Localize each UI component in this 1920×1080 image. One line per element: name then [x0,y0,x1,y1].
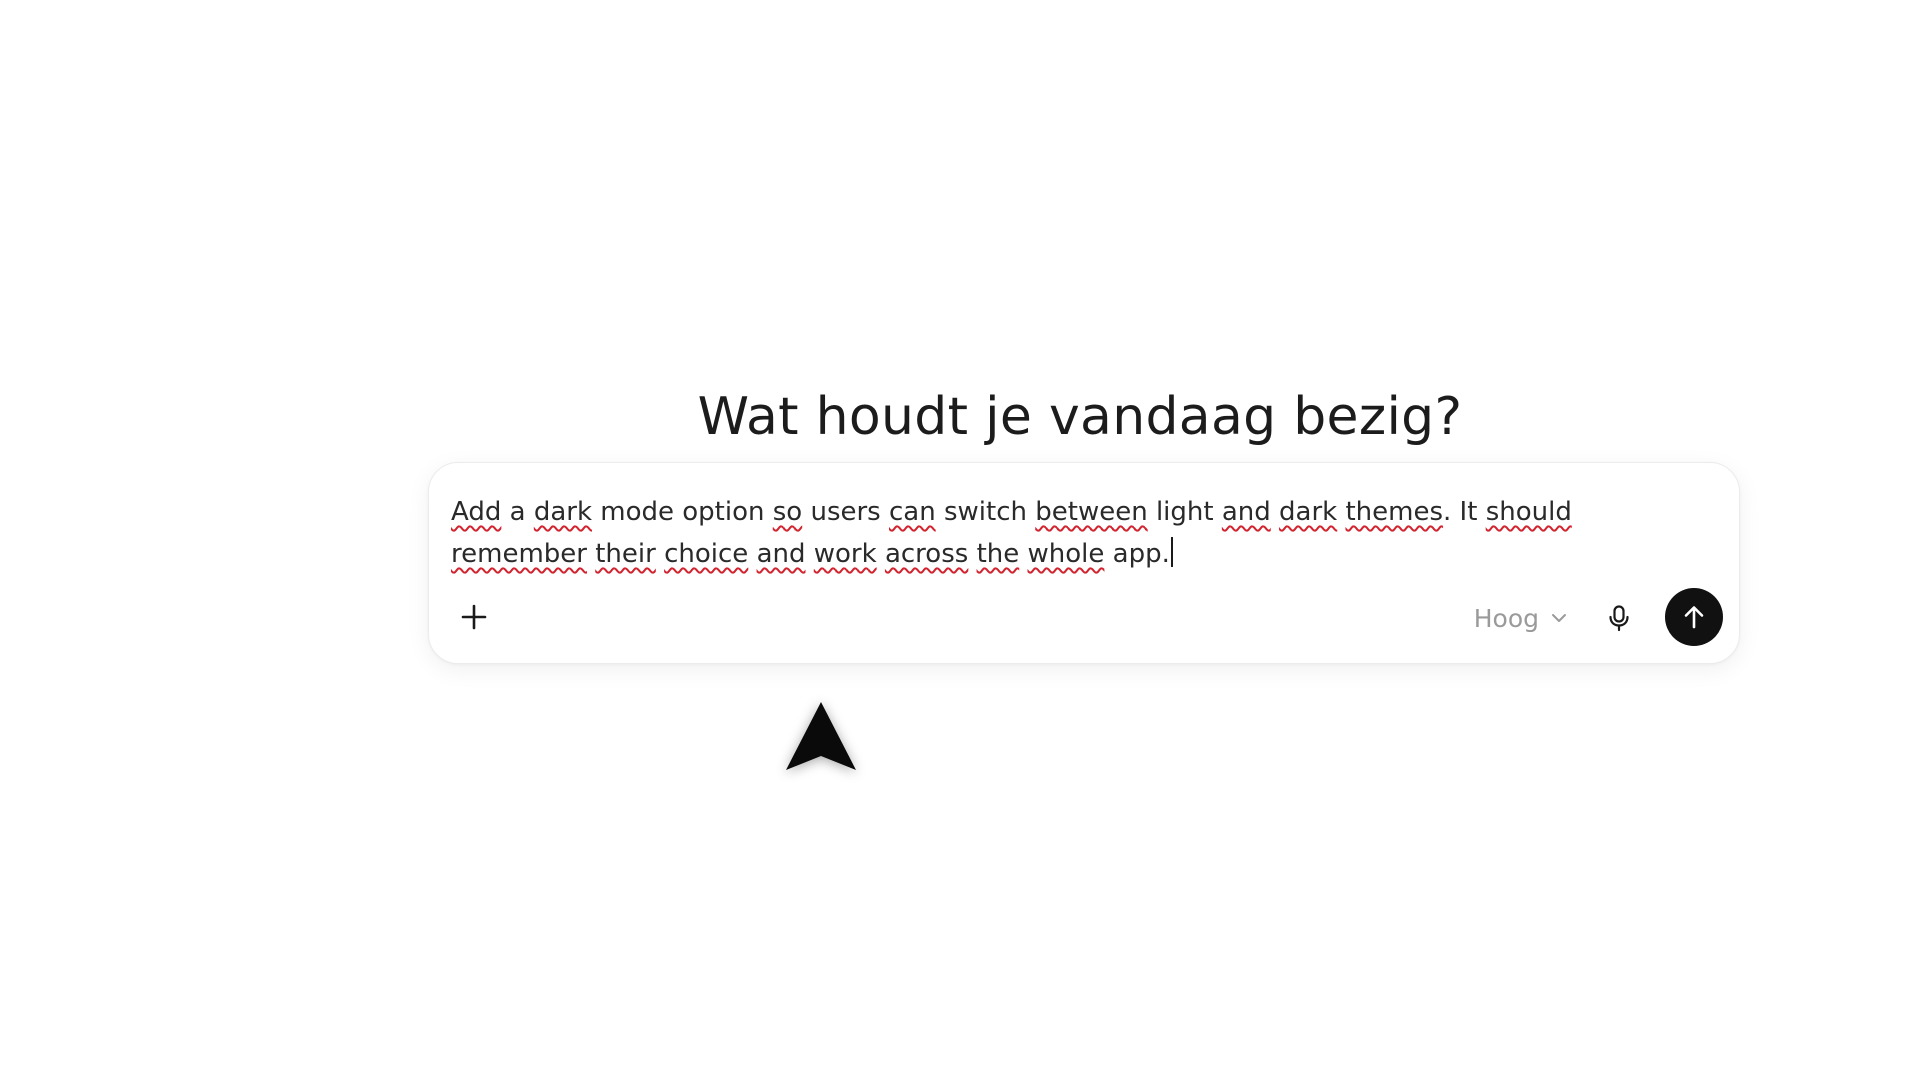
misspelled-word: and [756,539,806,569]
misspelled-word: the [976,539,1020,569]
microphone-icon [1609,605,1629,632]
prompt-text-segment [968,539,976,569]
page-title: Wat houdt je vandaag bezig? [697,386,1463,447]
prompt-text-segment [1019,539,1027,569]
prompt-composer: Add a dark mode option so users can swit… [428,462,1740,664]
prompt-text-segment: light [1147,497,1222,527]
prompt-text-segment: app. [1104,539,1170,569]
text-caret [1170,537,1173,567]
prompt-text-segment [1271,497,1279,527]
prompt-text-segment [656,539,664,569]
prompt-text-segment: users [802,497,889,527]
misspelled-word: and [1221,497,1271,527]
add-attachment-button[interactable] [451,594,497,640]
misspelled-word: remember [451,539,587,569]
prompt-text-segment [748,539,756,569]
misspelled-word: so [772,497,803,527]
misspelled-word: should [1485,497,1572,527]
pointer-cursor-icon [786,702,856,770]
reasoning-level-label: Hoog [1473,603,1539,633]
prompt-text-segment [587,539,595,569]
prompt-text-segment [805,539,813,569]
misspelled-word: Add [451,497,502,527]
prompt-input[interactable]: Add a dark mode option so users can swit… [451,491,1701,575]
misspelled-word: between [1035,497,1148,527]
prompt-text-segment [877,539,885,569]
reasoning-level-select[interactable]: Hoog [1474,598,1569,638]
arrow-up-icon [1684,606,1704,629]
misspelled-word: dark [533,497,592,527]
plus-icon [461,604,487,630]
misspelled-word: can [889,497,936,527]
page: Wat houdt je vandaag bezig? Add a dark m… [0,0,1920,1080]
prompt-text-segment: a [501,497,534,527]
misspelled-word: whole [1027,539,1105,569]
prompt-text-segment: switch [935,497,1036,527]
misspelled-word: across [884,539,969,569]
misspelled-word: choice [664,539,749,569]
chevron-down-icon [1552,614,1566,622]
misspelled-word: themes [1345,497,1444,527]
misspelled-word: dark [1279,497,1338,527]
misspelled-word: work [813,539,877,569]
misspelled-word: their [595,539,656,569]
send-button[interactable] [1665,588,1723,646]
prompt-text-segment: mode option [592,497,773,527]
voice-input-button[interactable] [1597,596,1641,640]
prompt-text-segment: . It [1443,497,1486,527]
composer-toolbar: Hoog [429,588,1739,648]
